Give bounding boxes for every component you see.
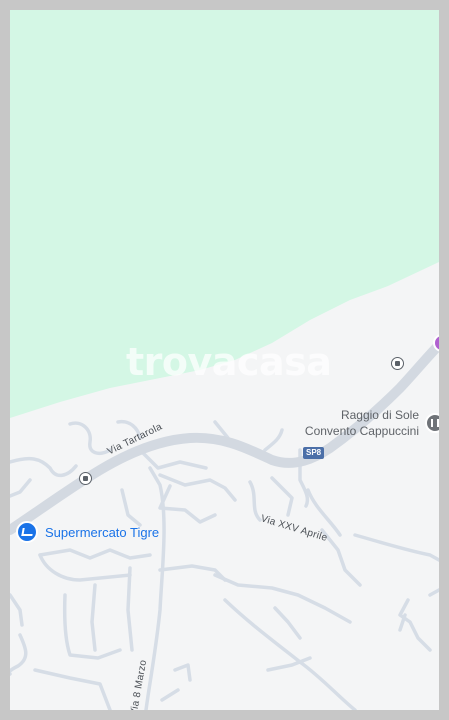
watermark-logo: trovacasa — [126, 340, 332, 384]
minor-roads — [10, 419, 439, 710]
poi-label-raggio-di-sole[interactable]: Raggio di Sole — [341, 408, 419, 423]
poi-label-supermercato-tigre[interactable]: Supermercato Tigre — [45, 525, 159, 540]
map-canvas[interactable]: trovacasa Via Tartarola Via XXV Aprile V… — [10, 10, 439, 710]
shopping-cart-icon[interactable] — [16, 521, 38, 543]
route-shield-sp8: SP8 — [303, 447, 325, 459]
poi-label-convento-cappuccini[interactable]: Convento Cappuccini — [305, 424, 419, 439]
museum-icon[interactable] — [425, 413, 439, 433]
bus-stop-icon[interactable] — [79, 472, 92, 485]
bus-stop-icon[interactable] — [391, 357, 404, 370]
